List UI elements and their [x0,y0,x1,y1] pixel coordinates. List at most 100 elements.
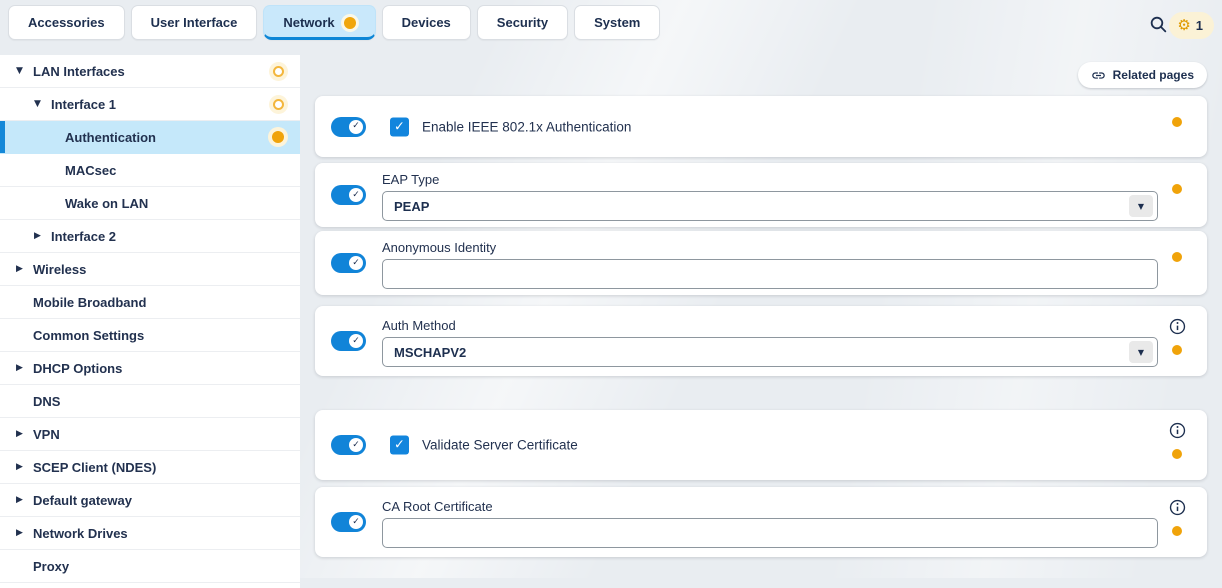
sidebar-item-interface-1[interactable]: ▼ Interface 1 [0,88,300,121]
sidebar-item-label: Default gateway [33,493,132,508]
sidebar-item-authentication[interactable]: Authentication [0,121,300,154]
chevron-down-icon: ▼ [16,66,33,76]
card-ca-root-certificate: ✓ CA Root Certificate [315,487,1207,557]
tab-network[interactable]: Network [263,5,375,40]
tab-label: Security [497,15,548,30]
eap-type-toggle[interactable]: ✓ [331,185,366,205]
sidebar-item-label: Network Drives [33,526,128,541]
sidebar-item-proxy[interactable]: Proxy [0,550,300,583]
card-anonymous-identity: ✓ Anonymous Identity [315,231,1207,295]
sidebar-item-common-settings[interactable]: Common Settings [0,319,300,352]
sidebar-item-vpn[interactable]: ▶ VPN [0,418,300,451]
sidebar-item-dns[interactable]: DNS [0,385,300,418]
chevron-right-icon: ▶ [16,429,33,439]
tab-security[interactable]: Security [477,5,568,40]
dropdown-arrow-button[interactable]: ▼ [1129,195,1153,217]
sidebar-item-wireless[interactable]: ▶ Wireless [0,253,300,286]
ca-root-certificate-toggle[interactable]: ✓ [331,512,366,532]
auth-method-toggle[interactable]: ✓ [331,331,366,351]
sidebar-item-label: Interface 1 [51,97,116,112]
chevron-right-icon: ▶ [16,528,33,538]
modified-dot-icon [344,17,356,29]
sidebar-item-interface-2[interactable]: ▶ Interface 2 [0,220,300,253]
modified-dot-icon [1172,252,1182,262]
card-validate-server-certificate: ✓ ✓ Validate Server Certificate [315,410,1207,480]
auth-method-select[interactable]: MSCHAPV2 ▼ [382,337,1158,367]
chevron-right-icon: ▶ [34,231,51,241]
modified-dot-icon [1172,526,1182,536]
enable-8021x-toggle[interactable]: ✓ [331,117,366,137]
card-eap-type: ✓ EAP Type PEAP ▼ [315,163,1207,227]
search-button[interactable] [1148,15,1168,35]
info-icon[interactable] [1169,422,1186,439]
field-label: EAP Type [382,172,439,187]
sidebar-item-dhcp-options[interactable]: ▶ DHCP Options [0,352,300,385]
sidebar-item-scep-client[interactable]: ▶ SCEP Client (NDES) [0,451,300,484]
link-icon [1091,68,1106,83]
sidebar-item-label: Interface 2 [51,229,116,244]
check-icon: ✓ [352,259,360,268]
anonymous-identity-toggle[interactable]: ✓ [331,253,366,273]
chevron-right-icon: ▶ [16,495,33,505]
sidebar-item-label: LAN Interfaces [33,64,125,79]
anonymous-identity-input[interactable] [382,259,1158,289]
sidebar-item-label: VPN [33,427,60,442]
checkbox-label: Validate Server Certificate [422,438,578,453]
chevron-right-icon: ▶ [16,264,33,274]
check-icon: ✓ [352,441,360,450]
modified-dot-icon [1172,184,1182,194]
tab-label: Network [283,15,334,30]
info-icon[interactable] [1169,499,1186,516]
enable-8021x-checkbox[interactable]: ✓ [390,117,409,136]
modified-dot-icon [272,131,284,143]
sidebar-item-label: Wireless [33,262,86,277]
sidebar-item-label: Common Settings [33,328,144,343]
checkbox-label: Enable IEEE 802.1x Authentication [422,119,631,134]
related-pages-button[interactable]: Related pages [1078,62,1207,88]
sidebar-item-label: Wake on LAN [65,196,148,211]
tab-label: User Interface [151,15,238,30]
gear-edit-icon: ⚙ [1177,18,1190,33]
modified-dot-icon [1172,449,1182,459]
validate-server-certificate-toggle[interactable]: ✓ [331,435,366,455]
sidebar-item-mobile-broadband[interactable]: Mobile Broadband [0,286,300,319]
sidebar-item-lan-interfaces[interactable]: ▼ LAN Interfaces [0,55,300,88]
sidebar-item-label: DNS [33,394,60,409]
modified-dot-icon [1172,117,1182,127]
tab-system[interactable]: System [574,5,660,40]
settings-panel: Related pages ✓ ✓ Enable IEEE 802.1x Aut… [315,55,1207,578]
sidebar-item-label: DHCP Options [33,361,122,376]
field-label: Auth Method [382,318,456,333]
sidebar-item-network-drives[interactable]: ▶ Network Drives [0,517,300,550]
eap-type-select[interactable]: PEAP ▼ [382,191,1158,221]
sidebar-item-default-gateway[interactable]: ▶ Default gateway [0,484,300,517]
pending-changes-badge[interactable]: ⚙ 1 [1169,12,1214,39]
related-pages-label: Related pages [1113,68,1194,82]
tab-user-interface[interactable]: User Interface [131,5,258,40]
chevron-right-icon: ▶ [16,363,33,373]
tab-accessories[interactable]: Accessories [8,5,125,40]
sidebar-item-label: Proxy [33,559,69,574]
info-icon[interactable] [1169,318,1186,335]
search-icon [1149,15,1168,34]
tab-devices[interactable]: Devices [382,5,471,40]
card-enable-8021x: ✓ ✓ Enable IEEE 802.1x Authentication [315,96,1207,157]
main-tabs: Accessories User Interface Network Devic… [8,5,660,40]
sidebar-item-wake-on-lan[interactable]: Wake on LAN [0,187,300,220]
field-label: Anonymous Identity [382,240,496,255]
ca-root-certificate-input[interactable] [382,518,1158,548]
modified-dot-icon [1172,345,1182,355]
dropdown-arrow-button[interactable]: ▼ [1129,341,1153,363]
sidebar-item-label: SCEP Client (NDES) [33,460,156,475]
select-value: MSCHAPV2 [394,345,466,360]
validate-server-certificate-checkbox[interactable]: ✓ [390,436,409,455]
field-label: CA Root Certificate [382,499,493,514]
sidebar-item-macsec[interactable]: MACsec [0,154,300,187]
check-icon: ✓ [352,518,360,527]
sidebar-item-label: Mobile Broadband [33,295,146,310]
tab-label: System [594,15,640,30]
sidebar-item-label: MACsec [65,163,116,178]
top-bar: Accessories User Interface Network Devic… [0,0,1222,46]
tab-label: Devices [402,15,451,30]
pending-changes-count: 1 [1196,18,1203,33]
